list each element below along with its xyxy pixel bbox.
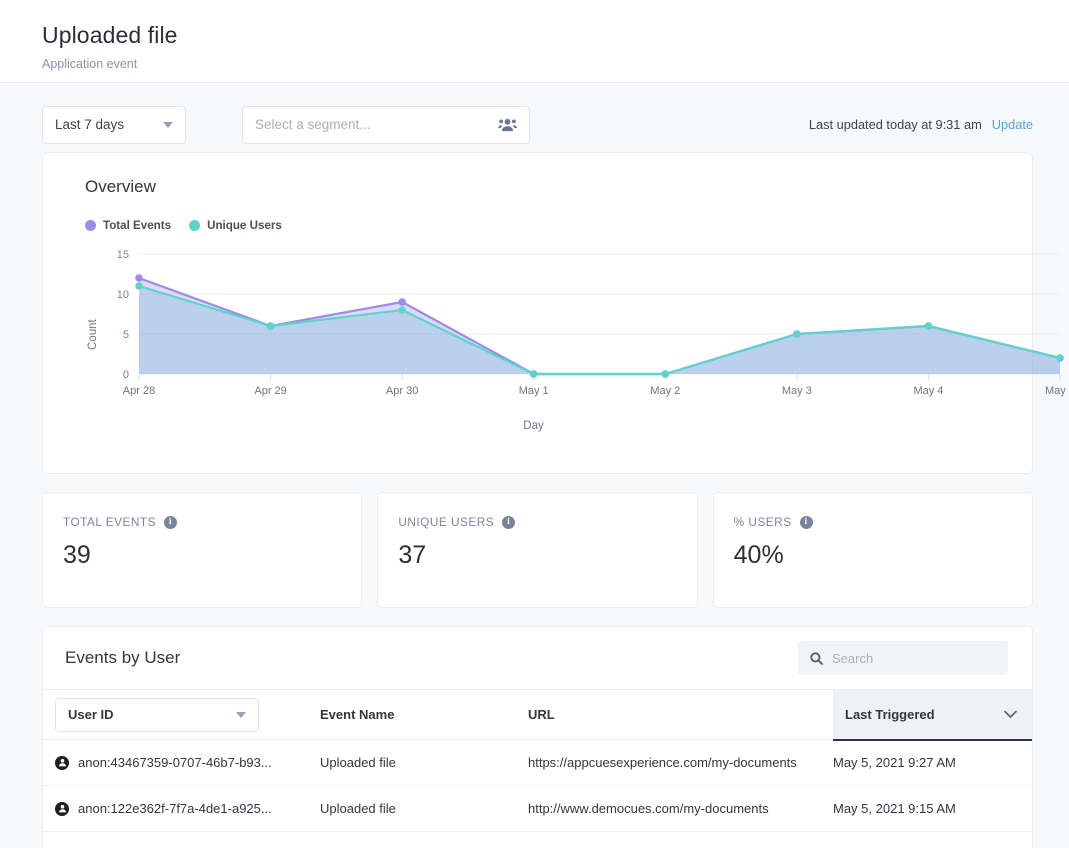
user-id-text: anon:43467359-0707-46b7-b93... [78,755,272,770]
info-icon[interactable]: i [164,516,177,529]
chevron-down-icon [1004,707,1017,722]
update-link[interactable]: Update [992,117,1033,132]
svg-text:0: 0 [123,369,129,381]
cell-event-name: Uploaded file [320,740,528,786]
stat-value: 37 [398,541,696,570]
user-avatar-icon [55,802,69,816]
cell-user-id: anon:43467359-0707-46b7-b93... [43,740,320,786]
cell-last-triggered: May 5, 2021 9:15 AM [833,786,1033,832]
overview-title: Overview [85,177,1002,197]
stat-label-text: TOTAL EVENTS [63,515,156,529]
date-range-label: Last 7 days [55,117,124,132]
stat-card-total-events: TOTAL EVENTS i 39 [42,492,362,608]
events-by-user-card: Events by User Search User ID Event Name… [42,626,1033,848]
last-updated-text: Last updated today at 9:31 am [809,117,982,132]
events-table-title: Events by User [65,648,180,668]
y-axis-label: Count [87,319,99,350]
svg-text:Apr 29: Apr 29 [254,385,286,397]
stat-value: 39 [63,541,361,570]
legend-label: Unique Users [207,219,282,232]
stat-label: TOTAL EVENTS i [63,515,361,529]
chart-svg: 0 5 10 15 Apr 28 Apr 29 Apr 30 May 1 May 2 May 3 M… [65,242,1069,422]
events-table-header: Events by User Search [43,627,1032,689]
table-row[interactable]: anon:1ad066a3-119c-47cc-a79...Uploaded f… [43,832,1033,848]
events-table-body: anon:43467359-0707-46b7-b93... Uploaded f… [43,740,1033,848]
chevron-down-icon [163,122,173,128]
user-id-text: anon:122e362f-7f7a-4de1-a925... [78,801,272,816]
column-header-url[interactable]: URL [528,690,833,740]
filters-toolbar: Last 7 days Select a segment... Last upd… [0,83,1069,148]
svg-text:May 1: May 1 [519,385,549,397]
column-header-event-name[interactable]: Event Name [320,690,528,740]
cell-url: https://appcuesexperience.com/my-documen… [528,832,833,848]
user-id-label: User ID [68,707,114,722]
cell-event-name: Uploaded file [320,786,528,832]
svg-text:May 4: May 4 [913,385,943,397]
info-icon[interactable]: i [800,516,813,529]
stat-card-percent-users: % USERS i 40% [713,492,1033,608]
column-header-last-triggered[interactable]: Last Triggered [833,690,1033,740]
stat-label-text: UNIQUE USERS [398,515,494,529]
legend-color-swatch [85,220,96,231]
legend-color-swatch [189,220,200,231]
column-header-user-id: User ID [43,690,320,740]
people-icon [498,118,517,131]
last-triggered-label: Last Triggered [845,707,935,722]
page-header: Uploaded file Application event [0,0,1069,83]
cell-user-id: anon:1ad066a3-119c-47cc-a79... [43,832,320,848]
chart-legend: Total Events Unique Users [85,219,1002,232]
overview-chart[interactable]: Count 0 5 10 15 Apr 28 Apr 29 Apr 30 May 1 May 2… [65,242,1002,442]
stat-label-text: % USERS [734,515,792,529]
cell-url: https://appcuesexperience.com/my-documen… [528,740,833,786]
stats-row: TOTAL EVENTS i 39 UNIQUE USERS i 37 % US… [42,492,1033,608]
stat-value: 40% [734,541,1032,570]
page-title: Uploaded file [42,20,1069,50]
legend-item-total-events[interactable]: Total Events [85,219,171,232]
page-subtitle: Application event [42,56,1069,72]
search-input[interactable]: Search [798,641,1008,675]
svg-text:Apr 30: Apr 30 [386,385,418,397]
svg-text:5: 5 [123,329,129,341]
overview-card: Overview Total Events Unique Users Count… [42,152,1033,474]
x-axis-label: Day [65,420,1002,432]
svg-text:10: 10 [117,289,129,301]
last-updated-group: Last updated today at 9:31 am Update [809,117,1033,132]
svg-text:15: 15 [117,249,129,261]
cell-user-id: anon:122e362f-7f7a-4de1-a925... [43,786,320,832]
table-header-row: User ID Event Name URL Last Triggered [43,690,1033,740]
table-row[interactable]: anon:122e362f-7f7a-4de1-a925... Uploaded … [43,786,1033,832]
svg-text:May 5: May 5 [1045,385,1069,397]
info-icon[interactable]: i [502,516,515,529]
svg-text:Apr 28: Apr 28 [123,385,155,397]
cell-event-name: Uploaded file [320,832,528,848]
user-avatar-icon [55,756,69,770]
stat-label: UNIQUE USERS i [398,515,696,529]
legend-item-unique-users[interactable]: Unique Users [189,219,282,232]
svg-text:May 3: May 3 [782,385,812,397]
search-icon [810,652,823,665]
svg-text:May 2: May 2 [650,385,680,397]
cell-url: http://www.democues.com/my-documents [528,786,833,832]
events-table-head: User ID Event Name URL Last Triggered [43,690,1033,740]
chevron-down-icon [236,712,246,718]
stat-card-unique-users: UNIQUE USERS i 37 [377,492,697,608]
cell-last-triggered: May 4, 2021 4:22 PM [833,832,1033,848]
table-row[interactable]: anon:43467359-0707-46b7-b93... Uploaded f… [43,740,1033,786]
legend-label: Total Events [103,219,171,232]
cell-last-triggered: May 5, 2021 9:27 AM [833,740,1033,786]
date-range-dropdown[interactable]: Last 7 days [42,106,186,144]
segment-select[interactable]: Select a segment... [242,106,530,144]
search-placeholder: Search [832,651,873,666]
segment-placeholder: Select a segment... [255,117,371,132]
user-id-dropdown[interactable]: User ID [55,698,259,732]
stat-label: % USERS i [734,515,1032,529]
events-table: User ID Event Name URL Last Triggered an… [43,689,1033,848]
